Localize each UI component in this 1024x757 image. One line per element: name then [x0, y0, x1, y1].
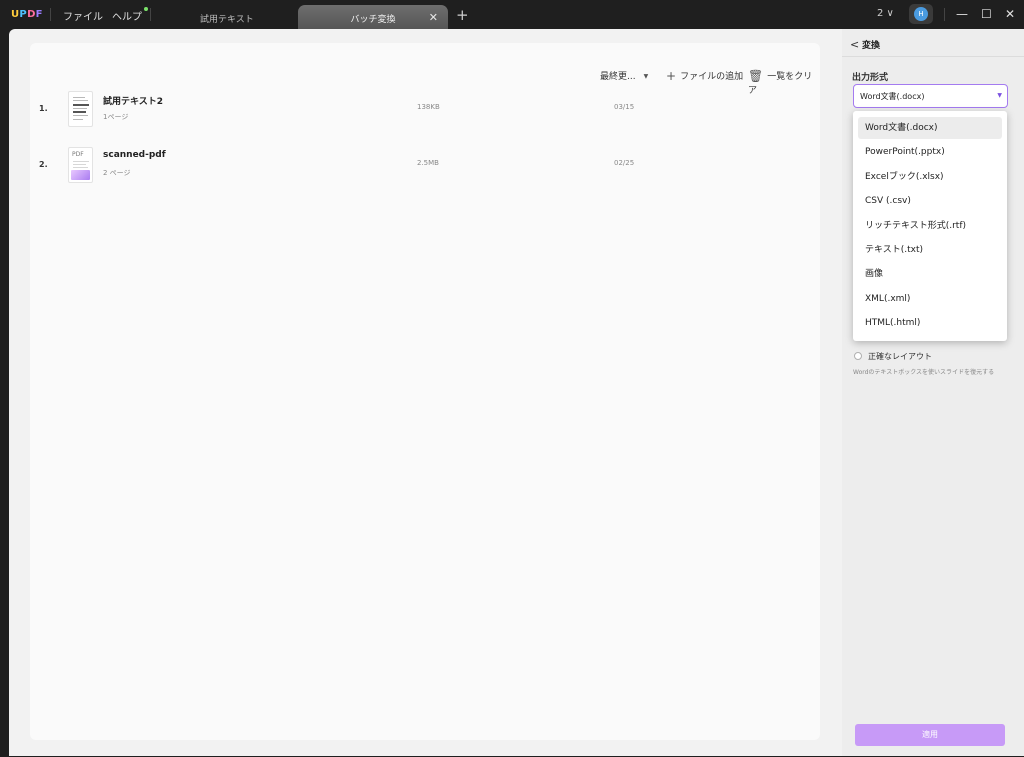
title-bar: UPDF ファイル ヘルプ 試用テキスト バッチ変換 ✕ + 2 ∨ H — ☐…: [0, 0, 1024, 29]
plus-icon: +: [666, 69, 677, 83]
divider: [944, 8, 945, 21]
avatar[interactable]: H: [909, 4, 933, 24]
add-file-button[interactable]: + ファイルの追加: [666, 69, 743, 83]
format-dropdown-menu: Word文書(.docx) PowerPoint(.pptx) Excelブック…: [853, 111, 1007, 341]
close-window-icon[interactable]: ✕: [1005, 7, 1015, 21]
file-date: 03/15: [614, 103, 635, 111]
exact-layout-option[interactable]: 正確なレイアウト: [854, 351, 932, 362]
minimize-icon[interactable]: —: [956, 7, 968, 21]
avatar-initial: H: [914, 7, 928, 21]
maximize-icon[interactable]: ☐: [981, 7, 992, 21]
file-row[interactable]: 1. 試用テキスト2 1ページ 138KB 03/15: [30, 88, 790, 132]
row-index: 2.: [39, 160, 48, 169]
file-size: 2.5MB: [417, 159, 439, 167]
file-row[interactable]: 2. PDF scanned-pdf 2 ページ 2.5MB 02/25: [30, 144, 790, 188]
tab-label: 試用テキスト: [200, 15, 254, 25]
file-size: 138KB: [417, 103, 440, 111]
exact-layout-description: Wordのテキストボックスを使いスライドを復元する: [853, 369, 995, 376]
file-thumbnail: [68, 91, 93, 127]
menu-help[interactable]: ヘルプ: [112, 7, 148, 23]
format-option-excel[interactable]: Excelブック(.xlsx): [858, 166, 1002, 188]
page-count: 2 ページ: [103, 169, 131, 177]
tab-trial-text[interactable]: 試用テキスト: [168, 5, 296, 29]
divider: [150, 8, 151, 21]
sort-dropdown[interactable]: 最終更... ▼: [600, 69, 648, 82]
sidebar-title: 変換: [862, 41, 881, 51]
sort-label: 最終更...: [600, 72, 636, 82]
exact-layout-label: 正確なレイアウト: [868, 352, 932, 361]
file-name: scanned-pdf: [103, 150, 166, 160]
tab-batch-convert[interactable]: バッチ変換 ✕: [298, 5, 448, 29]
output-format-value: Word文書(.docx): [860, 92, 925, 101]
page-count: 1ページ: [103, 113, 129, 121]
menu-help-label: ヘルプ: [112, 12, 142, 23]
format-option-xml[interactable]: XML(.xml): [858, 288, 1002, 310]
close-tab-icon[interactable]: ✕: [429, 11, 438, 24]
divider: [842, 56, 1024, 57]
notification-dot: [144, 7, 148, 11]
menu-file[interactable]: ファイル: [63, 8, 103, 23]
pdf-file-icon: PDF: [68, 147, 93, 183]
window-count-dropdown[interactable]: 2 ∨: [877, 8, 894, 19]
format-option-csv[interactable]: CSV (.csv): [858, 190, 1002, 212]
format-option-powerpoint[interactable]: PowerPoint(.pptx): [858, 141, 1002, 163]
file-date: 02/25: [614, 159, 635, 167]
trash-icon: 🗑: [748, 69, 764, 83]
tab-label: バッチ変換: [350, 15, 396, 25]
main-workspace: 最終更... ▼ + ファイルの追加 🗑 一覧をクリア 1. 試用テキスト2 1ページ…: [9, 29, 842, 756]
row-index: 1.: [39, 104, 48, 113]
output-format-label: 出力形式: [852, 73, 889, 83]
format-option-text[interactable]: テキスト(.txt): [858, 239, 1002, 261]
updf-logo: UPDF: [11, 9, 43, 20]
file-name: 試用テキスト2: [103, 97, 163, 107]
file-list-panel: 最終更... ▼ + ファイルの追加 🗑 一覧をクリア 1. 試用テキスト2 1ページ…: [30, 43, 820, 740]
format-option-html[interactable]: HTML(.html): [858, 312, 1002, 334]
radio-button[interactable]: [854, 352, 862, 360]
new-tab-plus-icon[interactable]: +: [456, 6, 469, 24]
add-file-label: ファイルの追加: [680, 72, 744, 82]
format-option-image[interactable]: 画像: [858, 263, 1002, 285]
divider: [50, 8, 51, 21]
apply-button[interactable]: 適用: [855, 724, 1005, 746]
chevron-down-icon: ▼: [997, 92, 1002, 99]
format-option-word[interactable]: Word文書(.docx): [858, 117, 1002, 139]
chevron-down-icon: ▼: [643, 73, 649, 80]
output-format-select[interactable]: Word文書(.docx) ▼: [853, 84, 1008, 108]
format-option-rtf[interactable]: リッチテキスト形式(.rtf): [858, 215, 1002, 237]
back-chevron-icon[interactable]: <: [850, 38, 859, 51]
